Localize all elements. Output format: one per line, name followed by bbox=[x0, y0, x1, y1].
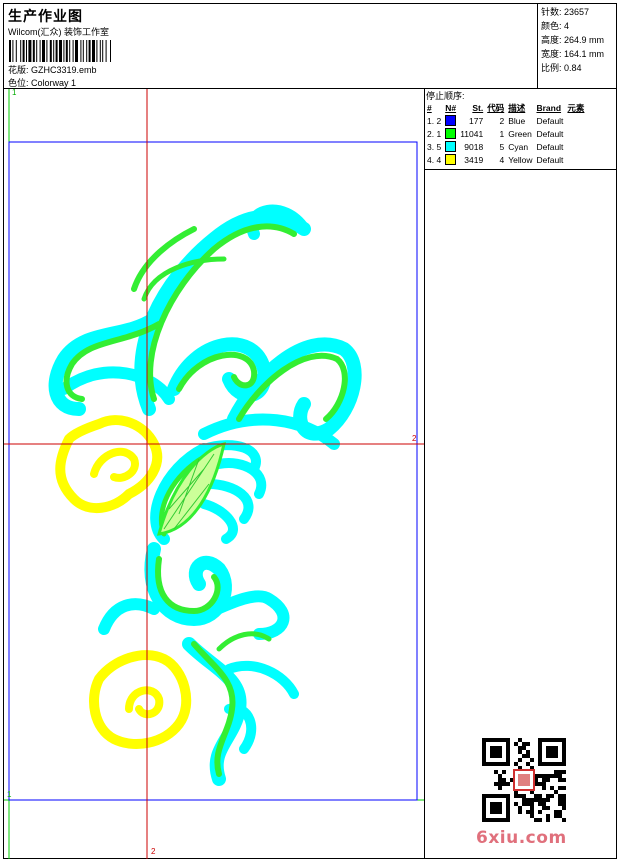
stat-value: 0.84 bbox=[564, 63, 582, 73]
top-guide-marker: 1 bbox=[12, 88, 17, 97]
stat-value: 164.1 mm bbox=[564, 49, 605, 59]
stat-value: 264.9 mm bbox=[564, 35, 605, 45]
table-row: 3. 5 9018 5 Cyan Default bbox=[425, 140, 586, 153]
thread-code: 5 bbox=[499, 141, 505, 152]
bottom-left-guide-marker: 1 bbox=[7, 790, 12, 799]
stop-index: 4. 4 bbox=[427, 154, 442, 165]
stat-label: 颜色: bbox=[541, 21, 562, 31]
col-header: 描述 bbox=[508, 102, 526, 113]
stat-stitches: 针数: 23657 bbox=[541, 5, 616, 19]
thread-desc: Yellow bbox=[508, 154, 533, 165]
stop-index: 1. 2 bbox=[427, 115, 442, 126]
color-swatch bbox=[445, 141, 457, 153]
embroidery-preview bbox=[4, 89, 424, 859]
panel-divider bbox=[424, 89, 425, 859]
yellow-flower-layer bbox=[55, 415, 192, 749]
col-header: 代码 bbox=[487, 102, 505, 113]
thread-desc: Green bbox=[508, 128, 532, 139]
table-header-row: # N# St. 代码 描述 Brand 元素 bbox=[425, 101, 586, 114]
worksheet-title: 生产作业图 bbox=[8, 8, 83, 24]
color-swatch-cell bbox=[443, 114, 458, 127]
design-label: 花版: bbox=[8, 65, 29, 75]
qr-code-image bbox=[482, 738, 566, 822]
stat-colors: 颜色: 4 bbox=[541, 19, 616, 33]
color-swatch-cell bbox=[443, 140, 458, 153]
watermark-site: 6xiu.com bbox=[476, 828, 567, 848]
thread-code: 4 bbox=[499, 154, 505, 165]
thread-desc: Cyan bbox=[508, 141, 529, 152]
col-header: # bbox=[427, 102, 432, 113]
stat-scale: 比例: 0.84 bbox=[541, 61, 616, 75]
thread-desc: Blue bbox=[508, 115, 526, 126]
colorway-label: 色位: bbox=[8, 78, 29, 88]
panel-bottom-divider bbox=[425, 169, 616, 170]
colorway-name: Colorway 1 bbox=[31, 78, 77, 88]
bottom-crosshair-marker: 2 bbox=[151, 847, 156, 856]
stop-sequence-table: # N# St. 代码 描述 Brand 元素 1. 2 177 2 Blue … bbox=[425, 101, 586, 166]
color-swatch-cell bbox=[443, 153, 458, 166]
stop-sequence-panel: 停止顺序: # N# St. 代码 描述 Brand 元素 1. 2 177 2… bbox=[425, 89, 616, 169]
table-row: 1. 2 177 2 Blue Default bbox=[425, 114, 586, 127]
col-header: 元素 bbox=[567, 102, 585, 113]
color-swatch bbox=[445, 115, 457, 127]
stat-height: 高度: 264.9 mm bbox=[541, 33, 616, 47]
thread-brand: Default bbox=[536, 128, 564, 139]
studio-name: Wilcom(汇众) 装饰工作室 bbox=[8, 27, 109, 37]
design-file-name: GZHC3319.emb bbox=[31, 65, 97, 75]
production-worksheet: 生产作业图 Wilcom(汇众) 装饰工作室 花版: GZHC3319.emb … bbox=[0, 0, 620, 860]
header-info: 生产作业图 Wilcom(汇众) 装饰工作室 花版: GZHC3319.emb … bbox=[4, 4, 536, 88]
stitch-count: 3419 bbox=[464, 154, 484, 165]
stat-value: 4 bbox=[564, 21, 570, 31]
color-swatch bbox=[445, 154, 457, 166]
stitch-count: 177 bbox=[469, 115, 484, 126]
thread-brand: Default bbox=[536, 115, 564, 126]
stitch-count: 9018 bbox=[464, 141, 484, 152]
table-row: 2. 1 11041 1 Green Default bbox=[425, 127, 586, 140]
stat-value: 23657 bbox=[564, 7, 590, 17]
right-crosshair-marker: 2 bbox=[412, 434, 417, 443]
stat-label: 针数: bbox=[541, 7, 562, 17]
stat-label: 比例: bbox=[541, 63, 562, 73]
design-line: 花版: GZHC3319.emb bbox=[8, 63, 97, 76]
stitch-count: 11041 bbox=[460, 128, 484, 139]
col-header: N# bbox=[445, 102, 457, 113]
color-swatch bbox=[445, 128, 457, 140]
element-name bbox=[565, 127, 586, 140]
stat-width: 宽度: 164.1 mm bbox=[541, 47, 616, 61]
element-name bbox=[565, 153, 586, 166]
thread-code: 2 bbox=[499, 115, 505, 126]
col-header: St. bbox=[472, 102, 484, 113]
thread-code: 1 bbox=[499, 128, 505, 139]
barcode-image bbox=[9, 40, 111, 62]
design-canvas: 1 1 2 2 bbox=[4, 88, 424, 859]
thread-brand: Default bbox=[536, 154, 564, 165]
color-swatch-cell bbox=[443, 127, 458, 140]
table-row: 4. 4 3419 4 Yellow Default bbox=[425, 153, 586, 166]
design-stats: 针数: 23657 颜色: 4 高度: 264.9 mm 宽度: 164.1 m… bbox=[537, 4, 616, 88]
stat-label: 高度: bbox=[541, 35, 562, 45]
stop-index: 2. 1 bbox=[427, 128, 442, 139]
element-name bbox=[565, 114, 586, 127]
thread-brand: Default bbox=[536, 141, 564, 152]
col-header: Brand bbox=[536, 102, 562, 113]
stop-index: 3. 5 bbox=[427, 141, 442, 152]
stat-label: 宽度: bbox=[541, 49, 562, 59]
element-name bbox=[565, 140, 586, 153]
